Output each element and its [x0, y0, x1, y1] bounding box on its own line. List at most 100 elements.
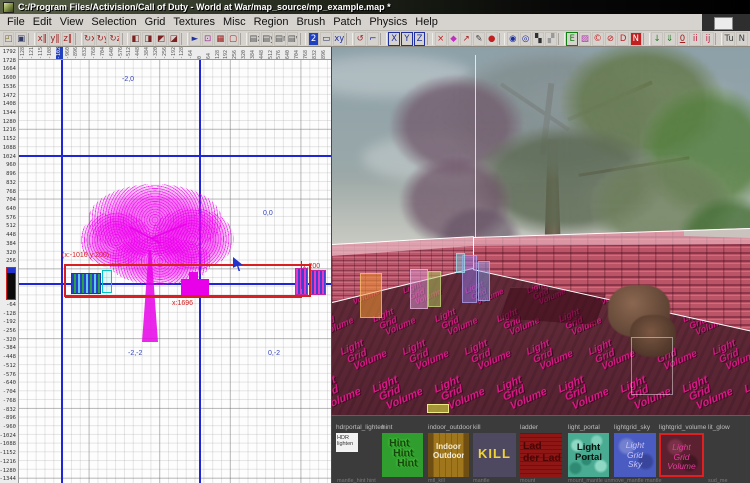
- lock-x-button[interactable]: X: [388, 31, 400, 46]
- ruler-left-tick: 960: [6, 162, 16, 169]
- texture-tile-ladder[interactable]: Lad der Lad: [520, 433, 562, 477]
- model-box-olive[interactable]: [428, 271, 441, 307]
- lock-y-button[interactable]: Y: [400, 31, 413, 46]
- menu-view[interactable]: View: [56, 15, 88, 29]
- model-box-plum[interactable]: [410, 269, 428, 309]
- flip-z-button[interactable]: z‖: [61, 31, 74, 46]
- lock-selection-button[interactable]: ◉: [506, 31, 519, 46]
- texture-flip-x-button[interactable]: ▤x: [248, 31, 261, 46]
- ruler-left-tick: 320: [6, 249, 16, 256]
- menu-textures[interactable]: Textures: [169, 15, 219, 29]
- texture-rotate-button[interactable]: ▤r: [273, 31, 286, 46]
- zoom-2d-button[interactable]: 2: [307, 31, 320, 46]
- ruler-top-tick: 576: [276, 49, 283, 59]
- menu-brush[interactable]: Brush: [292, 15, 329, 29]
- flow-arrow-button[interactable]: ►: [189, 31, 201, 46]
- texture-tile-lightgrid_sky[interactable]: Light Grid Sky: [614, 433, 656, 477]
- dot-button[interactable]: ●: [485, 31, 498, 46]
- cut-button[interactable]: ×: [434, 31, 447, 46]
- texture-window-button[interactable]: ▨: [579, 31, 591, 46]
- curve-button[interactable]: ©: [591, 31, 604, 46]
- model-box-teal[interactable]: [456, 253, 465, 273]
- texture-tile-light_portal[interactable]: Light Portal: [568, 433, 609, 477]
- selection-box[interactable]: [64, 264, 311, 297]
- select-touching-button[interactable]: ◨: [142, 31, 155, 46]
- model-box-yellow[interactable]: [427, 404, 449, 413]
- xyz-view-button[interactable]: xyz: [333, 31, 345, 46]
- texture-flip-y-button[interactable]: ▤y: [261, 31, 273, 46]
- entity-list-button[interactable]: E: [566, 31, 579, 46]
- ruler-top-tick: 832: [311, 49, 318, 59]
- ruler-left-tick: -128: [2, 310, 16, 317]
- texture-palette[interactable]: hdrportal_lighten HDR lighten hint Hint Hint H…: [331, 415, 750, 483]
- menu-region[interactable]: Region: [250, 15, 293, 29]
- clone-button[interactable]: ⊡: [201, 31, 214, 46]
- rotate-y-button[interactable]: ↻y: [95, 31, 108, 46]
- menu-edit[interactable]: Edit: [29, 15, 56, 29]
- grid-block-label: -2,-2: [128, 350, 143, 357]
- no-curve-button[interactable]: ⊘: [604, 31, 617, 46]
- 3d-camera-view[interactable]: LightGridVolumeLightGridVolumeLightGridV…: [331, 47, 750, 415]
- grid-major-vline-1: [61, 59, 63, 483]
- model-box-blue[interactable]: [478, 261, 490, 301]
- free-rotate-button[interactable]: ↺: [354, 31, 367, 46]
- texture-label-partial: mount: [520, 478, 536, 483]
- edge-button[interactable]: ↗: [460, 31, 473, 46]
- menu-physics[interactable]: Physics: [365, 15, 411, 29]
- menu-misc[interactable]: Misc: [219, 15, 250, 29]
- open-button[interactable]: ◰: [2, 31, 15, 46]
- texture-tile-hint[interactable]: Hint Hint Hint: [382, 433, 423, 477]
- menu-patch[interactable]: Patch: [329, 15, 365, 29]
- rotate-z-button[interactable]: ↻z: [108, 31, 121, 46]
- texture-tile-hdrportal_lighten[interactable]: HDR lighten: [336, 433, 358, 452]
- brush-black-left-edge[interactable]: [6, 267, 16, 300]
- menu-selection[interactable]: Selection: [87, 15, 140, 29]
- region-off-button[interactable]: ▢: [227, 31, 239, 46]
- ruler-top-tick: 704: [294, 49, 301, 59]
- 2d-grid-view[interactable]: (x:-1016 y:200) x:1696 z:200 1792 1728 166…: [0, 47, 331, 483]
- lock-z-button[interactable]: Z: [413, 31, 426, 46]
- menu-help[interactable]: Help: [411, 15, 442, 29]
- drop-selected-button[interactable]: ⇓: [663, 31, 676, 46]
- ruler-left-tick: 1664: [2, 66, 16, 73]
- terrain-button[interactable]: Tu: [723, 31, 735, 46]
- select-complete-tall-button[interactable]: ◧: [129, 31, 142, 46]
- texture-tile-kill[interactable]: KILL: [473, 433, 516, 477]
- nodraw-button[interactable]: N: [629, 31, 642, 46]
- toolbar-separator: [181, 32, 188, 45]
- ghost-button[interactable]: ▞: [545, 31, 557, 46]
- corner-button[interactable]: ⌐: [367, 31, 379, 46]
- brush-pink-striped-2[interactable]: [309, 270, 326, 295]
- zero-button[interactable]: 0: [676, 31, 689, 46]
- ruler-left-tick: -192: [2, 319, 16, 326]
- lock-textures-button[interactable]: ◎: [519, 31, 532, 46]
- ruler-left-tick: -448: [2, 354, 16, 361]
- texture-tile-lightgrid_volume[interactable]: Light Grid Volume: [659, 433, 704, 477]
- model-box-orange[interactable]: [360, 273, 382, 318]
- detail-button[interactable]: D: [617, 31, 629, 46]
- actors-button[interactable]: ii: [689, 31, 702, 46]
- region-on-button[interactable]: ▦: [214, 31, 227, 46]
- texture-label-lightgrid_sky: lightgrid_sky: [614, 424, 651, 431]
- texture-view-button[interactable]: ▤v: [286, 31, 299, 46]
- vertex-button[interactable]: ◆: [447, 31, 460, 46]
- ruler-top-tick: 640: [285, 49, 292, 59]
- n-button[interactable]: N: [735, 31, 748, 46]
- checker-button[interactable]: ▚: [532, 31, 545, 46]
- rotate-x-button[interactable]: ↻x: [83, 31, 95, 46]
- select-inside-button[interactable]: ◪: [167, 31, 180, 46]
- flip-x-button[interactable]: x‖: [36, 31, 49, 46]
- draw-button[interactable]: ✎: [473, 31, 485, 46]
- ruler-left-tick: 384: [6, 240, 16, 247]
- ruler-left-tick: 1088: [2, 144, 16, 151]
- texture-tile-indoor_outdoor[interactable]: Indoor Outdoor: [428, 433, 469, 477]
- select-partial-tall-button[interactable]: ◩: [155, 31, 167, 46]
- menu-file[interactable]: File: [3, 15, 29, 29]
- save-button[interactable]: ▣: [15, 31, 27, 46]
- drop-to-floor-button[interactable]: ↓: [651, 31, 663, 46]
- grid-block-label: 0,0: [263, 210, 273, 217]
- camera-view-button[interactable]: ▭: [320, 31, 333, 46]
- flip-y-button[interactable]: y‖: [49, 31, 61, 46]
- actors2-button[interactable]: ij: [702, 31, 714, 46]
- menu-grid[interactable]: Grid: [141, 15, 170, 29]
